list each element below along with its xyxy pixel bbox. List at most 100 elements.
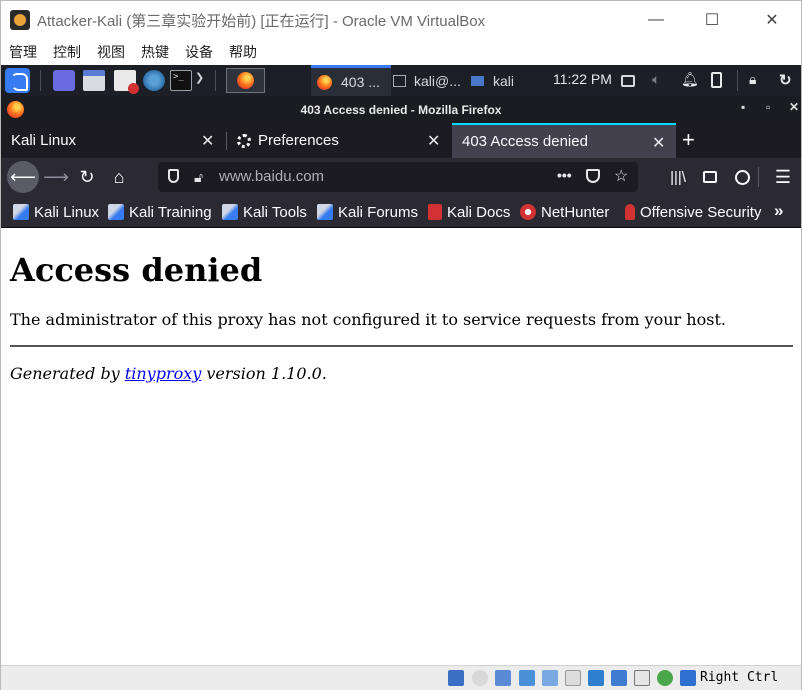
firefox-minimize-button[interactable]: ▪ [741,100,745,114]
taskbar-label: kali@... [414,72,461,89]
reload-button[interactable]: ↻ [72,162,102,192]
file-manager-icon[interactable] [83,70,105,91]
folder-icon [471,75,484,86]
kali-icon [317,204,333,220]
bookmark-label: Kali Docs [447,203,511,221]
taskbar-item-firefox[interactable]: 403 ... [311,65,391,96]
logout-icon[interactable]: ↻ [779,71,795,89]
firefox-maximize-button[interactable]: ▫ [766,100,770,114]
back-button[interactable]: ⟵ [7,161,39,193]
tracking-protection-icon[interactable] [168,169,179,183]
tab-preferences[interactable]: Preferences ✕ [227,123,451,158]
insecure-lock-icon[interactable]: 🔓︎ [194,169,203,186]
bookmark-star-icon[interactable]: ☆ [614,166,628,186]
toolbar-separator [758,167,759,187]
tab-strip: Kali Linux ✕ Preferences ✕ 403 Access de… [1,123,801,158]
home-button[interactable]: ⌂ [104,162,134,192]
mouse-integration-icon[interactable] [657,670,673,686]
bookmark-kali-training[interactable]: Kali Training [108,196,212,228]
menu-hamburger-icon[interactable]: ☰ [768,162,798,192]
maximize-button[interactable]: ☐ [689,1,735,39]
url-text[interactable]: www.baidu.com [219,168,324,185]
new-tab-button[interactable]: + [682,127,695,153]
bookmark-kali-tools[interactable]: Kali Tools [222,196,307,228]
account-icon[interactable] [727,162,757,192]
tab-close-icon[interactable]: ✕ [652,133,665,153]
keyboard-capture-icon[interactable] [680,670,696,686]
notification-bell-icon[interactable]: 🔔︎ [681,71,699,89]
lock-screen-icon[interactable]: 🔒︎ [749,71,765,89]
minimize-button[interactable]: — [633,1,679,39]
taskbar-label: kali [493,72,515,89]
bookmarks-toolbar: Kali Linux Kali Training Kali Tools Kali… [1,196,801,228]
menu-hotkeys[interactable]: 热键 [141,42,169,62]
panel-clock[interactable]: 11:22 PM [553,71,612,87]
close-button[interactable]: ✕ [749,1,795,39]
optical-drive-icon[interactable] [472,670,488,686]
cpu-icon[interactable] [634,670,650,686]
shared-folders-icon[interactable] [565,670,581,686]
tab-label: 403 Access denied [462,133,588,150]
virtualbox-app-icon [10,10,30,30]
usb-icon[interactable] [542,670,558,686]
forward-button[interactable]: ⟶ [41,162,71,192]
tinyproxy-link[interactable]: tinyproxy [125,364,201,383]
vbox-window-title: Attacker-Kali (第三章实验开始前) [正在运行] - Oracle… [37,12,486,30]
tab-403-access-denied[interactable]: 403 Access denied ✕ [452,123,676,158]
hard-disk-icon[interactable] [448,670,464,686]
chevron-down-icon[interactable]: ❯ [195,71,204,84]
menu-help[interactable]: 帮助 [229,42,257,62]
firefox-icon [237,72,254,89]
audio-icon[interactable] [495,670,511,686]
pocket-icon[interactable] [586,169,600,183]
library-icon[interactable]: |||\ [663,162,693,192]
kali-icon [222,204,238,220]
firefox-window-title: 403 Access denied - Mozilla Firefox [300,102,502,117]
display-icon[interactable] [621,75,635,87]
bookmark-kali-docs[interactable]: Kali Docs [428,196,510,228]
terminal-launcher-icon[interactable] [170,70,192,91]
divider [10,345,793,347]
web-browser-icon[interactable] [143,70,165,91]
workspace-firefox-button[interactable] [226,68,265,93]
vbox-menu-bar: 管理 控制 视图 热键 设备 帮助 [1,39,801,65]
recording-icon[interactable] [611,670,627,686]
display-icon[interactable] [588,670,604,686]
network-icon[interactable] [519,670,535,686]
page-content: Access denied The administrator of this … [1,229,801,665]
volume-icon[interactable]: 🔈︎ [652,71,668,89]
panel-separator [737,70,738,91]
sidebar-icon[interactable] [695,162,725,192]
bookmark-nethunter[interactable]: NetHunter [520,196,609,228]
kali-menu-icon[interactable] [5,68,30,93]
show-desktop-icon[interactable] [53,70,75,91]
kali-icon [108,204,124,220]
page-heading: Access denied [10,251,263,289]
menu-devices[interactable]: 设备 [185,42,213,62]
error-message: The administrator of this proxy has not … [10,310,726,329]
bookmark-label: Kali Forums [338,203,419,221]
bookmark-label: Kali Tools [243,203,307,221]
tab-close-icon[interactable]: ✕ [427,131,440,151]
menu-view[interactable]: 视图 [97,42,125,62]
footer-prefix: Generated by [10,364,125,383]
tab-close-icon[interactable]: ✕ [201,131,214,151]
firefox-close-button[interactable]: ✕ [789,100,799,114]
bookmark-offensive-security[interactable]: Offensive Security [625,196,761,228]
url-bar[interactable]: 🔓︎ www.baidu.com ••• ☆ [158,162,638,192]
menu-manage[interactable]: 管理 [9,42,37,62]
page-actions-icon[interactable]: ••• [557,167,572,183]
text-editor-icon[interactable] [114,70,139,94]
bookmark-kali-forums[interactable]: Kali Forums [317,196,418,228]
battery-icon[interactable] [711,72,722,88]
taskbar-item-files[interactable]: kali [471,65,531,96]
taskbar-item-terminal[interactable]: kali@... [393,65,469,96]
bookmark-label: Kali Training [129,203,212,221]
bookmark-kali-linux[interactable]: Kali Linux [13,196,99,228]
chevron-right-more-icon[interactable]: » [774,201,783,221]
tab-kali-linux[interactable]: Kali Linux ✕ [1,123,225,158]
host-key-label: Right Ctrl [700,670,779,685]
offensive-security-icon [625,204,635,220]
menu-control[interactable]: 控制 [53,42,81,62]
bookmark-label: Offensive Security [640,203,762,221]
